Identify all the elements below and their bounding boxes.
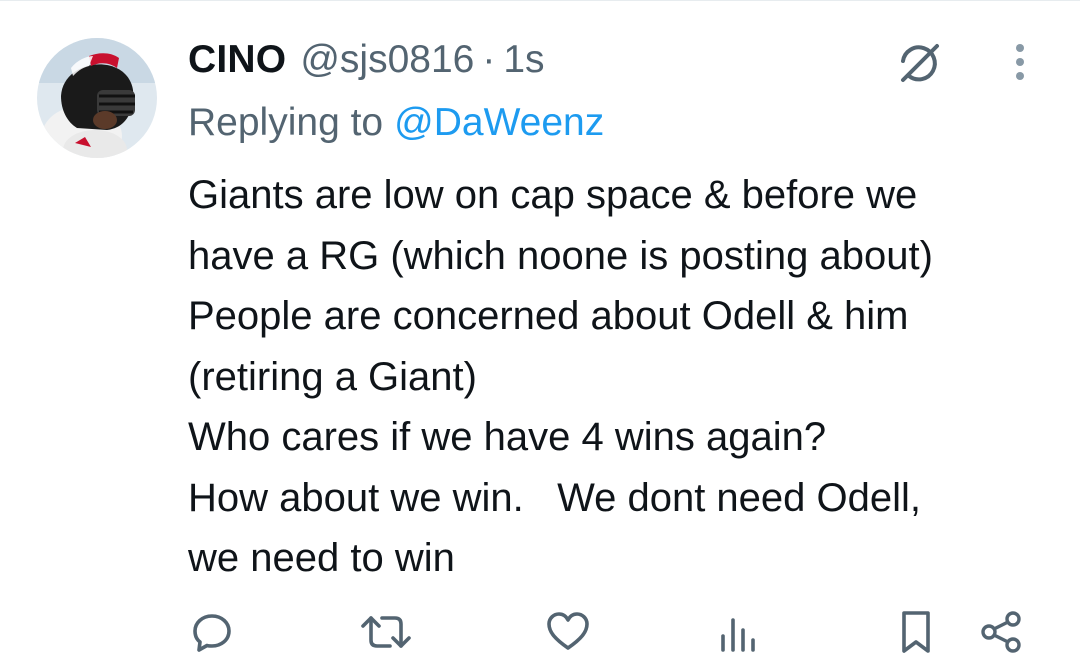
views-icon [721,618,755,652]
replying-to-label: Replying to [188,101,384,144]
display-name[interactable]: CINO [188,38,286,82]
tweet-text-line: Who cares if we have 4 wins again? [188,415,827,459]
avatar[interactable] [37,38,157,158]
timestamp[interactable]: 1s [503,38,544,82]
tweet-text-line: People are concerned about Odell & him [188,294,909,338]
tweet-text-line: How about we win. We dont need Odell, [188,475,922,520]
top-divider [0,0,1080,1]
share-button[interactable] [978,608,1024,656]
more-vertical-icon[interactable] [1005,40,1035,86]
user-handle[interactable]: @sjs0816 [300,38,474,82]
tweet-text: Giants are low on cap space & before we … [188,165,1068,589]
separator-dot: · [482,38,496,81]
retweet-icon [361,616,411,648]
reply-icon [193,614,231,652]
like-button[interactable] [544,608,592,656]
replying-to-link[interactable]: @DaWeenz [394,101,604,145]
views-button[interactable] [716,608,758,656]
tweet-text-line: have a RG (which noone is posting about) [188,233,933,278]
bookmark-icon [902,611,930,653]
reply-button[interactable] [188,608,236,656]
like-icon [547,612,589,650]
tweet-text-line: (retiring a Giant) [188,354,477,399]
grok-icon[interactable] [893,38,943,88]
tweet-header: CINO @sjs0816 · 1s [188,34,545,86]
share-icon [981,611,1021,653]
tweet-text-line: Giants are low on cap space & before we [188,173,918,217]
retweet-button[interactable] [360,608,412,656]
replying-to: Replying to @DaWeenz [188,98,604,148]
tweet-text-line: we need to win [188,536,455,580]
bookmark-button[interactable] [894,608,938,656]
avatar-image [37,38,157,158]
